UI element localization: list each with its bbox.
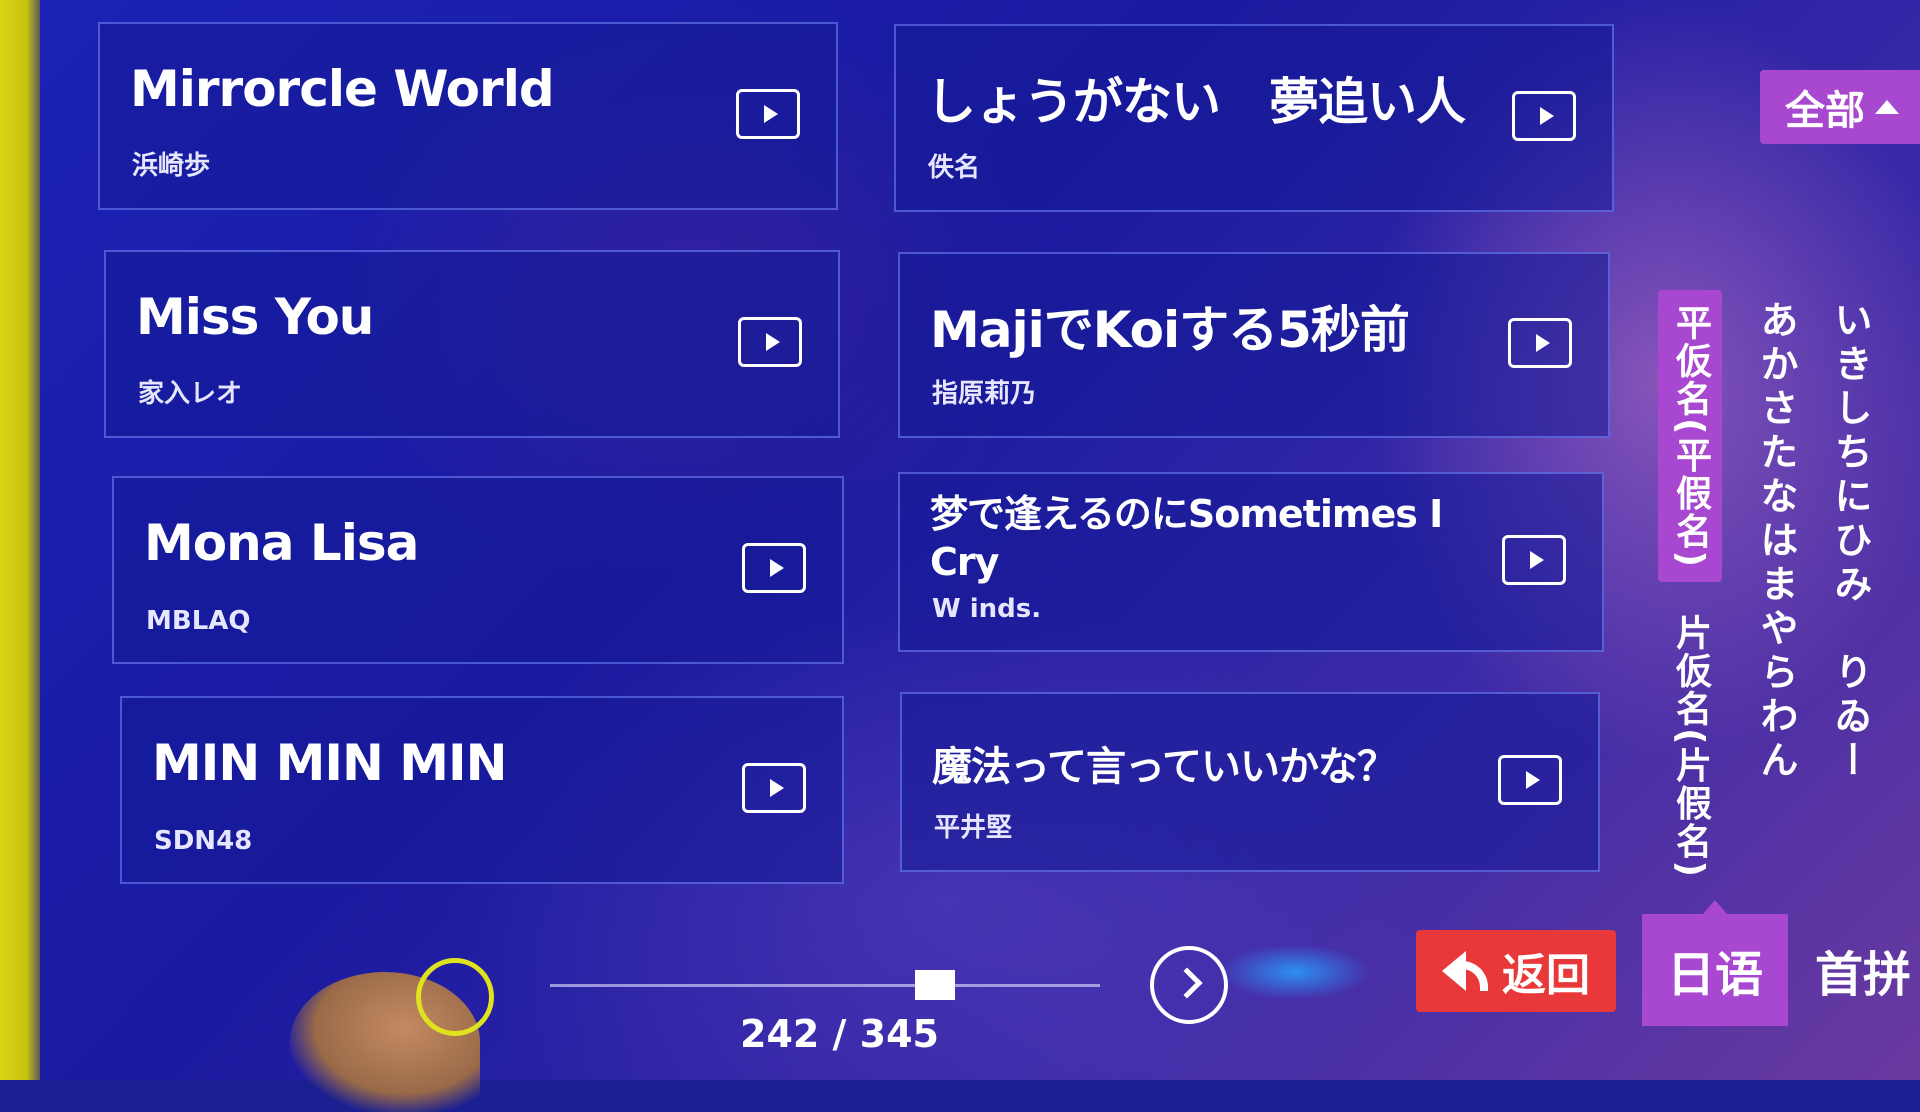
play-icon[interactable] [1498, 755, 1562, 805]
song-artist: W inds. [932, 594, 1042, 624]
song-artist: 平井堅 [934, 813, 1013, 843]
song-card-6[interactable]: 梦で逢えるのにSometimes I Cry W inds. [898, 472, 1604, 652]
filter-all-dropdown[interactable]: 全部 [1760, 70, 1920, 144]
song-artist: 指原莉乃 [932, 379, 1037, 409]
song-title: 魔法って言っていいかな？ [932, 744, 1397, 790]
page-slider[interactable] [550, 970, 1100, 1000]
play-icon[interactable] [738, 317, 802, 367]
page-counter: 242 / 345 [740, 1012, 939, 1056]
play-icon[interactable] [742, 543, 806, 593]
song-artist: 家入レオ [138, 379, 243, 409]
kana-index-column-i[interactable]: いきしちにひみ りゐー [1828, 300, 1872, 784]
back-button-label: 返回 [1502, 950, 1590, 1001]
song-title: MIN MIN MIN [152, 734, 507, 792]
song-title: Mirrorcle World [130, 60, 555, 118]
song-artist: 浜崎歩 [132, 151, 211, 181]
karaoke-screen: Mirrorcle World 浜崎歩 Miss You 家入レオ Mona L… [40, 0, 1920, 1112]
tab-katakana-label: 片仮名(片假名) [1670, 614, 1711, 879]
caret-up-icon [1875, 100, 1899, 114]
play-icon[interactable] [742, 763, 806, 813]
tab-initials[interactable]: 首拼 [1790, 914, 1920, 1026]
tab-hiragana-label: 平仮名(平假名) [1670, 304, 1711, 569]
song-card-8[interactable]: 魔法って言っていいかな？ 平井堅 [900, 692, 1600, 872]
song-artist: SDN48 [154, 826, 253, 856]
song-title: しょうがない 夢追い人 [926, 73, 1466, 131]
song-card-7[interactable]: MIN MIN MIN SDN48 [120, 696, 844, 884]
song-card-2[interactable]: しょうがない 夢追い人 佚名 [894, 24, 1614, 212]
tab-japanese[interactable]: 日语 [1642, 900, 1788, 1026]
play-icon[interactable] [736, 89, 800, 139]
play-icon[interactable] [1512, 91, 1576, 141]
back-button[interactable]: 返回 [1416, 930, 1616, 1012]
play-icon[interactable] [1508, 318, 1572, 368]
prev-page-button[interactable] [416, 958, 494, 1036]
song-card-3[interactable]: Miss You 家入レオ [104, 250, 840, 438]
kana-index-column-a[interactable]: あかさたなはまやらわん [1754, 300, 1798, 784]
tab-initials-label: 首拼 [1814, 947, 1911, 1003]
song-title: Miss You [136, 288, 374, 346]
filter-label: 全部 [1785, 88, 1865, 134]
song-artist: 佚名 [928, 153, 981, 183]
song-card-5[interactable]: Mona Lisa MBLAQ [112, 476, 844, 664]
play-icon[interactable] [1502, 535, 1566, 585]
back-arrow-icon [1442, 951, 1488, 991]
song-artist: MBLAQ [146, 606, 251, 636]
song-card-1[interactable]: Mirrorcle World 浜崎歩 [98, 22, 838, 210]
tab-japanese-label: 日语 [1666, 947, 1763, 1003]
tab-hiragana[interactable]: 平仮名(平假名) [1658, 290, 1722, 582]
decorative-glow [1220, 944, 1370, 1000]
song-title: 梦で逢えるのにSometimes I Cry [930, 492, 1443, 584]
next-page-button[interactable] [1150, 946, 1228, 1024]
song-title: Mona Lisa [144, 514, 419, 572]
song-card-4[interactable]: MajiでKoiする5秒前 指原莉乃 [898, 252, 1610, 438]
slider-thumb[interactable] [915, 970, 955, 1000]
tab-katakana[interactable]: 片仮名(片假名) [1658, 600, 1722, 900]
song-title: MajiでKoiする5秒前 [930, 301, 1410, 359]
